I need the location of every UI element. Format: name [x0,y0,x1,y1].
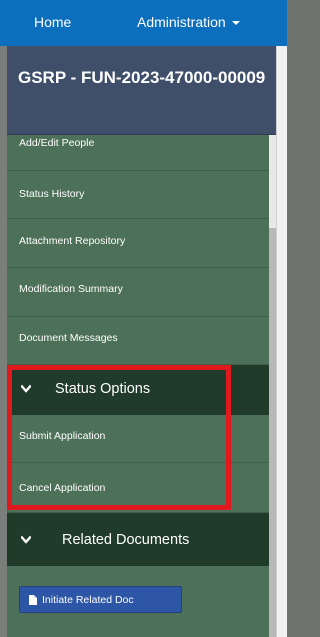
chevron-down-icon [21,535,31,544]
sidebar-item-document-messages[interactable]: Document Messages [7,317,269,365]
related-documents-label: Related Documents [62,532,190,548]
sidebar-item-label: Submit Application [19,430,106,442]
sidebar-item-label: Document Messages [19,332,118,344]
chevron-down-icon [21,384,31,393]
nav-administration-label: Administration [137,14,226,30]
sidebar-item-label: Attachment Repository [19,235,126,247]
sidebar-item-add-edit-people[interactable]: Add/Edit People [7,135,269,171]
document-title: GSRP - FUN-2023-47000-00009 [18,68,266,87]
related-documents-section-header[interactable]: Related Documents [7,513,269,566]
sidebar-item-attachment-repository[interactable]: Attachment Repository [7,219,269,268]
document-icon [29,594,37,605]
status-options-label: Status Options [55,381,151,397]
document-title-header: GSRP - FUN-2023-47000-00009 [7,46,276,135]
initiate-related-doc-button[interactable]: Initiate Related Doc [19,586,182,613]
sidebar-scrollbar-thumb[interactable] [269,228,276,637]
status-options-section-header[interactable]: Status Options [7,365,269,415]
caret-down-icon [231,21,240,25]
sidebar-item-modification-summary[interactable]: Modification Summary [7,268,269,317]
main-content-edge [276,46,287,637]
nav-administration-dropdown[interactable]: Administration [137,14,240,30]
top-navigation-bar: Home Administration [0,0,287,46]
sidebar-item-status-history[interactable]: Status History [7,171,269,219]
sidebar-item-label: Cancel Application [19,482,106,494]
sidebar-item-label: Status History [19,188,85,200]
left-edge-divider [0,46,7,637]
initiate-related-doc-label: Initiate Related Doc [42,593,134,606]
sidebar-item-submit-application[interactable]: Submit Application [7,415,269,463]
sidebar-item-cancel-application[interactable]: Cancel Application [7,463,269,513]
nav-home-link[interactable]: Home [34,14,71,30]
sidebar-item-label: Add/Edit People [19,137,95,149]
sidebar-item-label: Modification Summary [19,283,123,295]
